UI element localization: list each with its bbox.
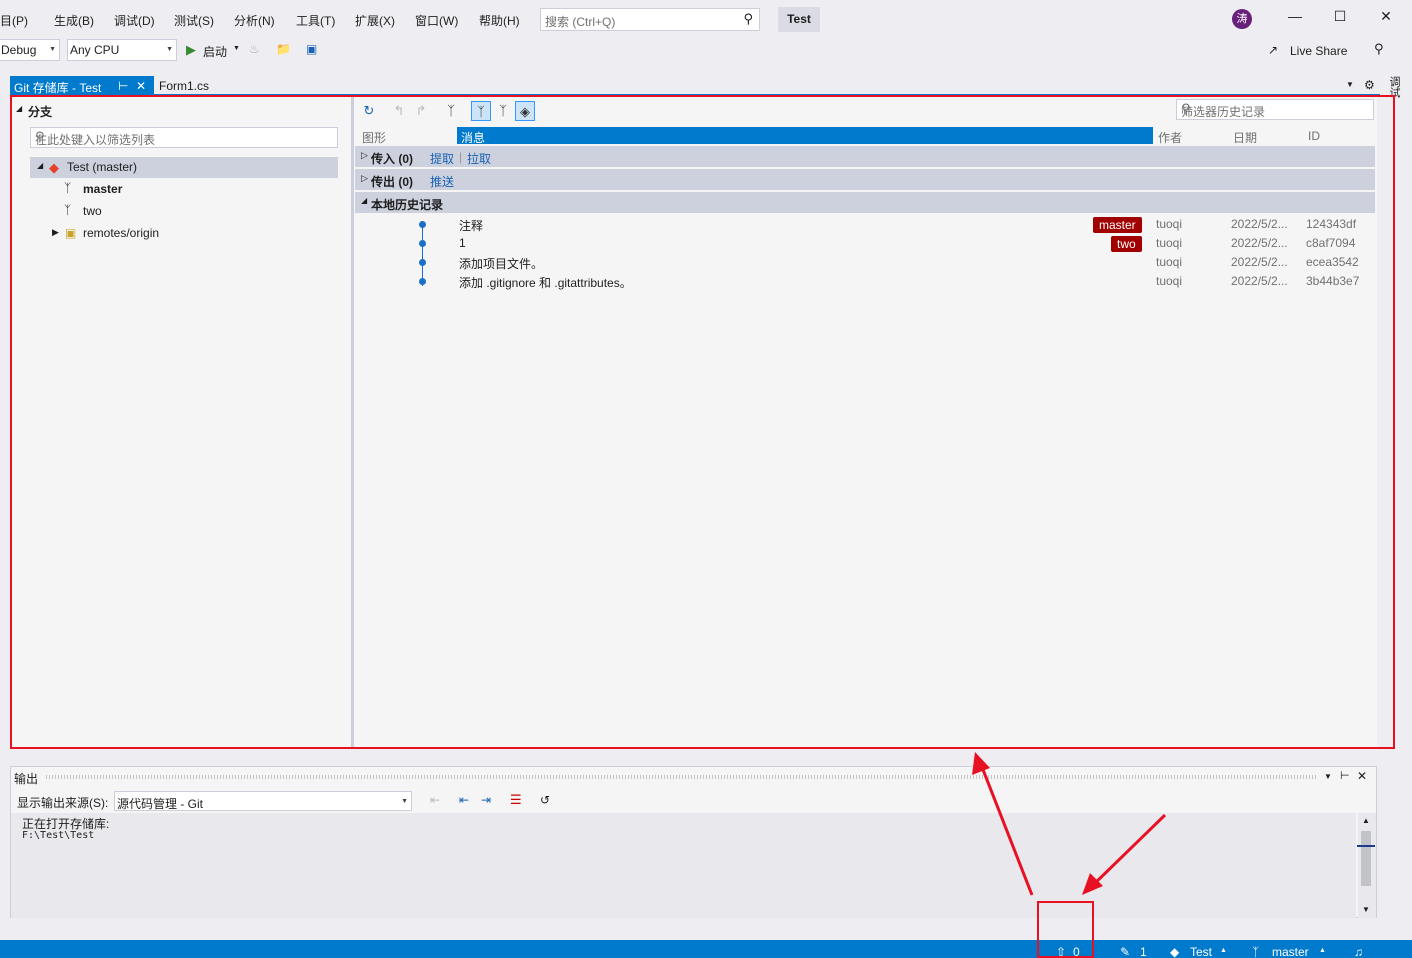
annotation-arrows bbox=[972, 752, 1167, 896]
